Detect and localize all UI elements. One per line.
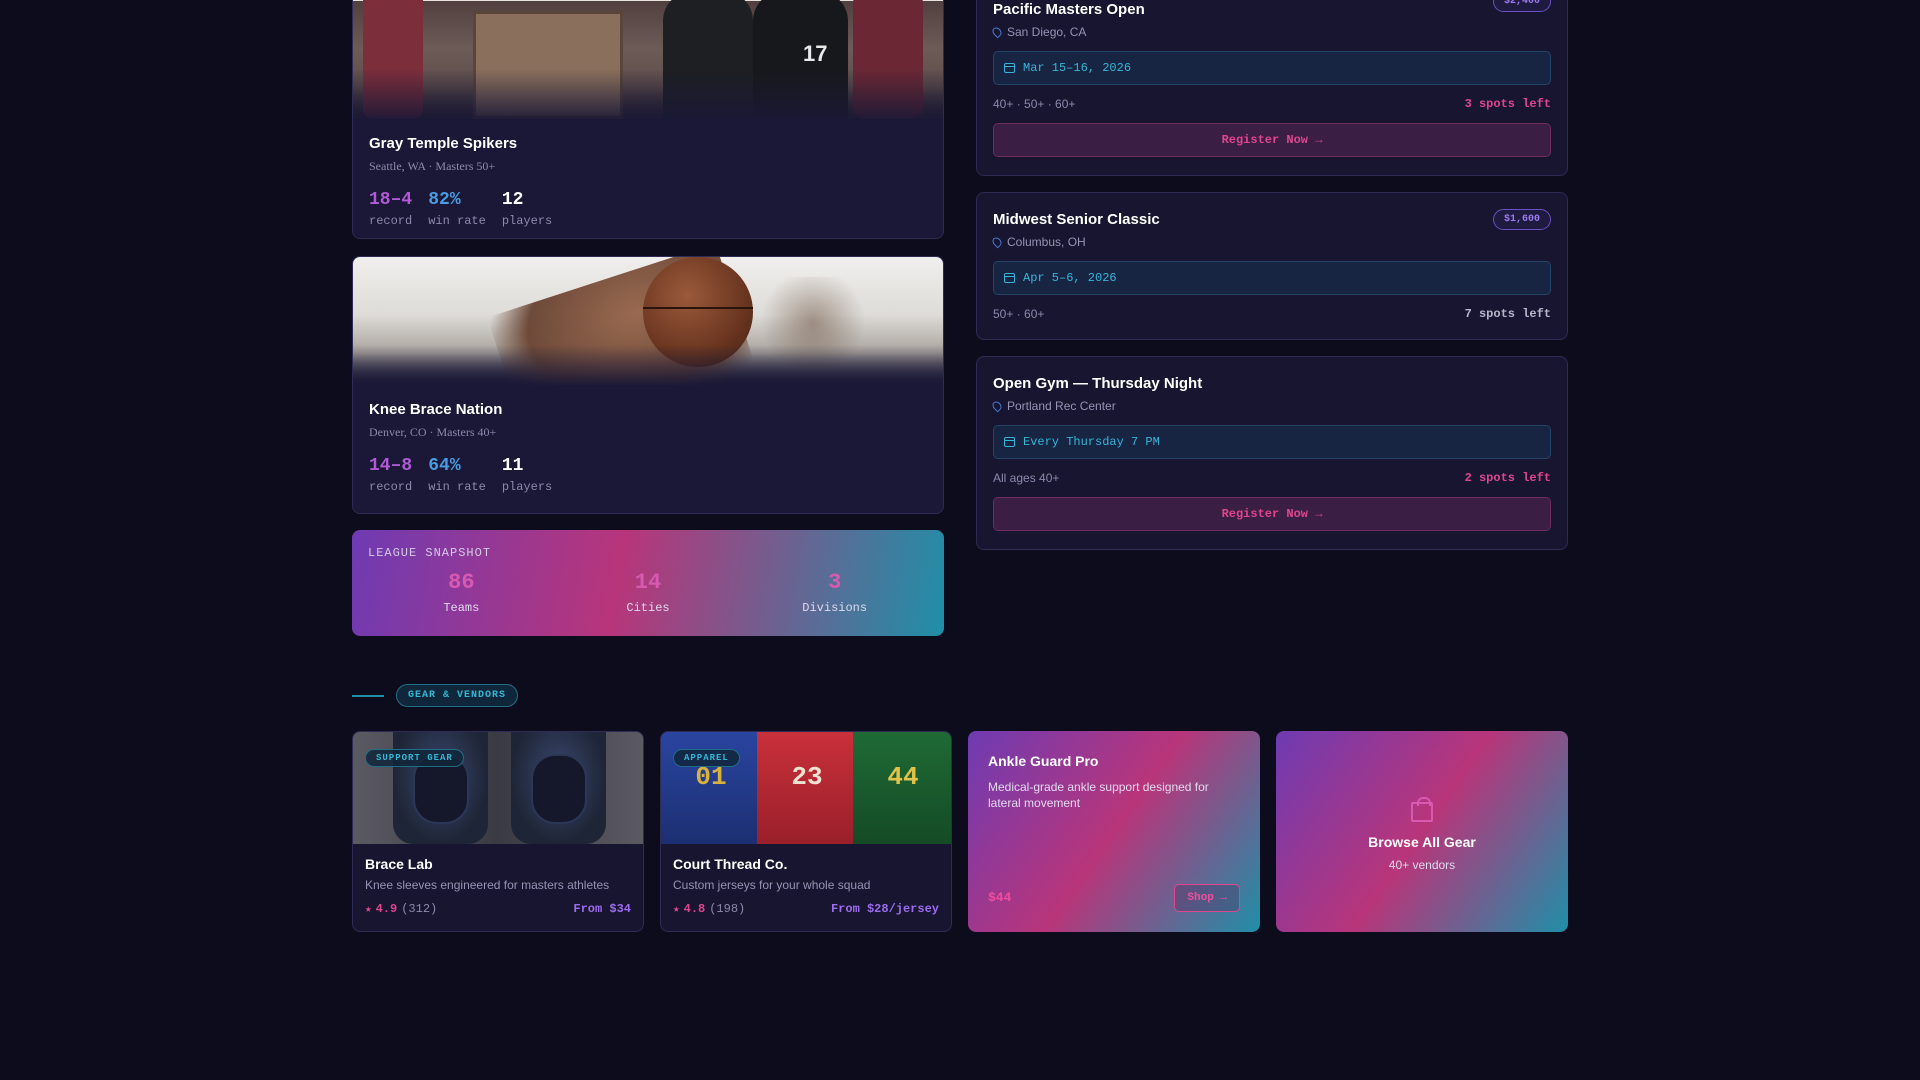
spots-left: 7 spots left: [1464, 307, 1551, 321]
jersey-number: 23: [791, 762, 823, 792]
vendor-name: Brace Lab: [365, 856, 433, 872]
promo-price: $44: [988, 890, 1012, 905]
event-date: Mar 15–16, 2026: [993, 51, 1551, 85]
stat-win-rate: 82% win rate: [428, 190, 486, 228]
snapshot-teams: 86 Teams: [443, 570, 480, 615]
team-meta: Denver, CO · Masters 40+: [369, 425, 497, 439]
jersey-number: 17: [803, 41, 828, 66]
team-photo-basketball: [353, 257, 943, 385]
snapshot-title: LEAGUE SNAPSHOT: [368, 546, 492, 560]
spots-left: 3 spots left: [1464, 97, 1551, 111]
vendor-photo-jerseys: 01 23 44 APPAREL: [661, 732, 951, 844]
event-title: Open Gym — Thursday Night: [993, 375, 1203, 392]
promo-card-ankle-guard-pro[interactable]: Ankle Guard Pro Medical-grade ankle supp…: [968, 731, 1260, 932]
vendor-card-brace-lab[interactable]: SUPPORT GEAR Brace Lab Knee sleeves engi…: [352, 731, 644, 932]
stat-players: 11 players: [501, 456, 553, 494]
calendar-icon: [1004, 63, 1015, 73]
stat-record: 18–4 record: [369, 190, 413, 228]
vendor-price: From $34: [573, 902, 631, 916]
shopping-bag-icon: [1411, 796, 1433, 822]
location-pin-icon: [990, 25, 1004, 39]
vendor-rating: ★ 4.8 (198): [673, 902, 746, 916]
calendar-icon: [1004, 437, 1015, 447]
team-card-knee-brace-nation[interactable]: Knee Brace Nation Denver, CO · Masters 4…: [352, 256, 944, 514]
price-badge: $1,600: [1492, 209, 1551, 230]
location-pin-icon: [990, 399, 1004, 413]
team-photo-volleyball: 17: [353, 0, 943, 119]
vendor-card-court-thread[interactable]: 01 23 44 APPAREL Court Thread Co. Custom…: [660, 731, 952, 932]
team-name: Gray Temple Spikers: [369, 135, 518, 152]
team-card-gray-temple-spikers[interactable]: 17 Gray Temple Spikers Seattle, WA · Mas…: [352, 0, 944, 239]
stat-record: 14–8 record: [369, 456, 413, 494]
event-ages: 50+ · 60+: [993, 307, 1045, 321]
snapshot-divisions: 3 Divisions: [802, 570, 868, 615]
event-location: San Diego, CA: [990, 25, 1551, 39]
team-name: Knee Brace Nation: [369, 401, 503, 418]
section-divider: [352, 695, 384, 697]
event-location: Columbus, OH: [990, 235, 1551, 249]
vendor-tag: SUPPORT GEAR: [365, 749, 464, 767]
event-card-midwest-senior-classic[interactable]: $1,600 Midwest Senior Classic Columbus, …: [976, 192, 1568, 340]
event-card-open-gym-thursday[interactable]: Open Gym — Thursday Night Portland Rec C…: [976, 356, 1568, 550]
stat-win-rate: 64% win rate: [428, 456, 486, 494]
event-date: Every Thursday 7 PM: [993, 425, 1551, 459]
vendor-desc: Custom jerseys for your whole squad: [673, 878, 871, 892]
event-title: Pacific Masters Open: [993, 1, 1145, 18]
team-meta: Seattle, WA · Masters 50+: [369, 159, 496, 173]
vendor-photo-knee-sleeves: SUPPORT GEAR: [353, 732, 643, 844]
location-pin-icon: [990, 235, 1004, 249]
stat-players: 12 players: [501, 190, 553, 228]
star-icon: ★: [673, 904, 680, 916]
browse-sub: 40+ vendors: [1388, 857, 1456, 872]
register-button[interactable]: Register Now →: [993, 123, 1551, 157]
league-snapshot: LEAGUE SNAPSHOT 86 Teams 14 Cities 3 Div…: [352, 530, 944, 636]
vendor-desc: Knee sleeves engineered for masters athl…: [365, 878, 610, 892]
vendor-rating: ★ 4.9 (312): [365, 902, 438, 916]
spots-left: 2 spots left: [1464, 471, 1551, 485]
jersey-number: 44: [887, 762, 919, 792]
star-icon: ★: [365, 904, 372, 916]
promo-desc: Medical-grade ankle support designed for…: [988, 780, 1209, 811]
shop-button[interactable]: Shop →: [1174, 884, 1240, 912]
promo-title: Ankle Guard Pro: [988, 753, 1099, 769]
browse-all-gear-card[interactable]: Browse All Gear 40+ vendors: [1276, 731, 1568, 932]
event-location: Portland Rec Center: [990, 399, 1551, 413]
event-card-pacific-masters-open[interactable]: $2,400 Pacific Masters Open San Diego, C…: [976, 0, 1568, 176]
vendor-tag: APPAREL: [673, 749, 740, 767]
event-ages: 40+ · 50+ · 60+: [993, 97, 1076, 111]
calendar-icon: [1004, 273, 1015, 283]
section-badge-gear-vendors: GEAR & VENDORS: [396, 684, 519, 707]
event-ages: All ages 40+: [993, 471, 1060, 485]
price-badge: $2,400: [1492, 0, 1551, 12]
snapshot-cities: 14 Cities: [626, 570, 670, 615]
event-date: Apr 5–6, 2026: [993, 261, 1551, 295]
vendor-name: Court Thread Co.: [673, 856, 788, 872]
register-button[interactable]: Register Now →: [993, 497, 1551, 531]
browse-title: Browse All Gear: [1368, 833, 1476, 850]
vendor-price: From $28/jersey: [830, 902, 939, 916]
event-title: Midwest Senior Classic: [993, 211, 1160, 228]
